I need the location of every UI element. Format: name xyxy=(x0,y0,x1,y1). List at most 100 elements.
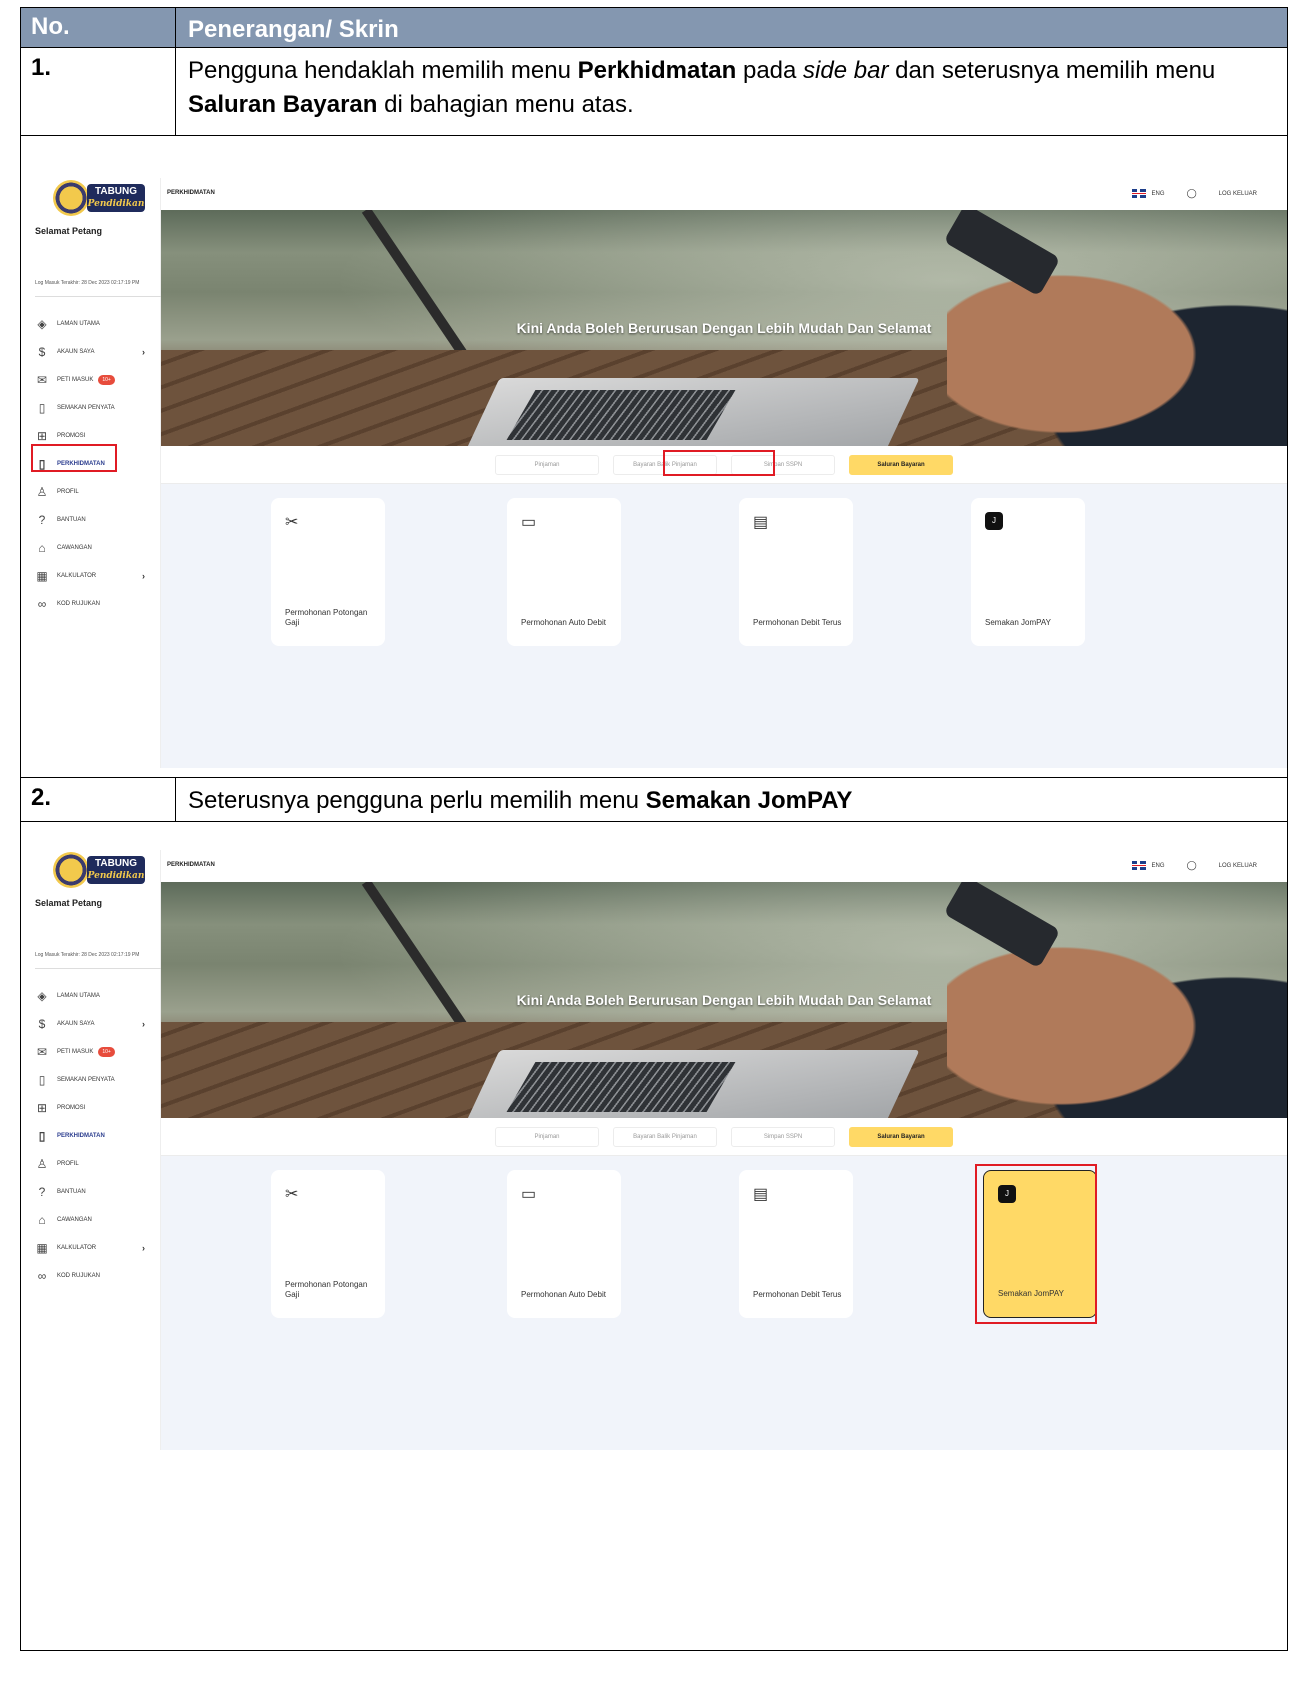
sidebar-item-kalkulator[interactable]: ▦ KALKULATOR › xyxy=(35,1234,155,1262)
tab-bayaran-balik-pinjaman[interactable]: Bayaran Balik Pinjaman xyxy=(613,1126,717,1147)
cards-icon: ▤ xyxy=(753,1186,769,1203)
page-title: PERKHIDMATAN xyxy=(167,190,215,196)
logout-link[interactable]: LOG KELUAR xyxy=(1219,191,1257,197)
sidebar-item-kod-rujukan[interactable]: ∞ KOD RUJUKAN xyxy=(35,1262,155,1290)
document-icon: ▯ xyxy=(38,1073,46,1087)
tabung-logo: TABUNG Pendidikan xyxy=(53,180,149,216)
scissors-icon: ✂ xyxy=(285,1186,299,1203)
card-debit-terus[interactable]: ▤ Permohonan Debit Terus xyxy=(739,498,853,646)
service-content: ✂ Permohonan Potongan Gaji ▭ Permohonan Au… xyxy=(161,484,1287,768)
banner-slogan: Kini Anda Boleh Berurusan Dengan Lebih M… xyxy=(516,992,932,1008)
tab-pinjaman[interactable]: Pinjaman xyxy=(495,454,599,475)
help-icon: ? xyxy=(38,513,46,527)
uk-flag-icon xyxy=(1131,861,1146,870)
sidebar-item-kod-rujukan[interactable]: ∞ KOD RUJUKAN xyxy=(35,590,155,618)
page-title: PERKHIDMATAN xyxy=(167,862,215,868)
layers-icon: ◈ xyxy=(37,317,47,331)
tab-saluran-bayaran[interactable]: Saluran Bayaran xyxy=(849,1126,953,1147)
sidebar: TABUNG Pendidikan Selamat Petang Log Masu… xyxy=(31,850,161,1450)
step-2-text: Seterusnya pengguna perlu memilih menu S… xyxy=(188,787,853,814)
sidebar-item-kalkulator[interactable]: ▦ KALKULATOR › xyxy=(35,562,155,590)
sidebar-item-semakan-penyata[interactable]: ▯ SEMAKAN PENYATA xyxy=(35,1066,155,1094)
tab-simpan-sspn[interactable]: Simpan SSPN xyxy=(731,1126,835,1147)
card-potongan-gaji[interactable]: ✂ Permohonan Potongan Gaji xyxy=(271,498,385,646)
step-1-screenshot: TABUNG Pendidikan Selamat Petang Log Masu… xyxy=(21,136,1287,778)
card-semakan-jompay[interactable]: J Semakan JomPAY xyxy=(971,498,1085,646)
sidebar-menu: ◈ LAMAN UTAMA $ AKAUN SAYA › ✉ PETI MASUK 10+… xyxy=(35,982,155,1290)
app-window: TABUNG Pendidikan Selamat Petang Log Masu… xyxy=(31,178,1287,768)
highlight-saluran-bayaran xyxy=(663,450,775,476)
last-login: Log Masuk Terakhir: 28 Dec 2023 02:17:19… xyxy=(35,952,161,969)
sidebar-item-laman-utama[interactable]: ◈ LAMAN UTAMA xyxy=(35,982,155,1010)
app-window: TABUNG Pendidikan Selamat Petang Log Masu… xyxy=(31,850,1287,1450)
dollar-circle-icon: $ xyxy=(38,345,46,359)
link-icon: ∞ xyxy=(37,1269,47,1283)
inbox-badge: 10+ xyxy=(98,1047,115,1057)
calculator-icon: ▦ xyxy=(36,1241,48,1255)
language-switch[interactable]: ENG xyxy=(1131,189,1165,198)
sidebar-item-laman-utama[interactable]: ◈ LAMAN UTAMA xyxy=(35,310,155,338)
sidebar-item-peti-masuk[interactable]: ✉ PETI MASUK 10+ xyxy=(35,1038,155,1066)
bell-icon[interactable]: ◯ xyxy=(1187,188,1197,199)
sidebar: TABUNG Pendidikan Selamat Petang Log Masu… xyxy=(31,178,161,768)
header-no: No. xyxy=(21,8,176,47)
chevron-right-icon: › xyxy=(142,1019,145,1029)
scissors-icon: ✂ xyxy=(285,514,299,531)
card-potongan-gaji[interactable]: ✂ Permohonan Potongan Gaji xyxy=(271,1170,385,1318)
sidebar-item-semakan-penyata[interactable]: ▯ SEMAKAN PENYATA xyxy=(35,394,155,422)
sidebar-item-peti-masuk[interactable]: ✉ PETI MASUK 10+ xyxy=(35,366,155,394)
table-header: No. Penerangan/ Skrin xyxy=(21,8,1287,48)
sidebar-item-bantuan[interactable]: ? BANTUAN xyxy=(35,506,155,534)
sidebar-item-akaun-saya[interactable]: $ AKAUN SAYA › xyxy=(35,1010,155,1038)
building-icon: ⌂ xyxy=(38,1213,46,1227)
sidebar-item-akaun-saya[interactable]: $ AKAUN SAYA › xyxy=(35,338,155,366)
sidebar-item-bantuan[interactable]: ? BANTUAN xyxy=(35,1178,155,1206)
uk-flag-icon xyxy=(1131,189,1146,198)
instruction-table: No. Penerangan/ Skrin 1. Pengguna hendak… xyxy=(20,7,1288,1651)
service-content: ✂ Permohonan Potongan Gaji ▭ Permohonan Au… xyxy=(161,1156,1287,1450)
card-auto-debit[interactable]: ▭ Permohonan Auto Debit xyxy=(507,498,621,646)
top-bar: PERKHIDMATAN ENG ◯ LOG KELUAR xyxy=(161,178,1287,210)
gift-icon: ⊞ xyxy=(36,1101,48,1115)
link-icon: ∞ xyxy=(37,597,47,611)
card-debit-terus[interactable]: ▤ Permohonan Debit Terus xyxy=(739,1170,853,1318)
gift-icon: ⊞ xyxy=(36,429,48,443)
chevron-right-icon: › xyxy=(142,1243,145,1253)
last-login: Log Masuk Terakhir: 28 Dec 2023 02:17:19… xyxy=(35,280,161,297)
highlight-semakan-jompay xyxy=(975,1164,1097,1324)
greeting: Selamat Petang xyxy=(35,226,103,236)
greeting: Selamat Petang xyxy=(35,898,103,908)
language-switch[interactable]: ENG xyxy=(1131,861,1165,870)
chevron-right-icon: › xyxy=(142,571,145,581)
mail-icon: ✉ xyxy=(36,1045,48,1059)
card-icon: ▭ xyxy=(521,514,537,531)
card-auto-debit[interactable]: ▭ Permohonan Auto Debit xyxy=(507,1170,621,1318)
building-icon: ⌂ xyxy=(38,541,46,555)
header-description: Penerangan/ Skrin xyxy=(188,16,399,43)
card-icon: ▭ xyxy=(521,1186,537,1203)
top-bar: PERKHIDMATAN ENG ◯ LOG KELUAR xyxy=(161,850,1287,882)
document-icon: ▯ xyxy=(38,401,46,415)
user-icon: ♙ xyxy=(36,1157,48,1171)
sidebar-item-profil[interactable]: ♙ PROFIL xyxy=(35,478,155,506)
tabung-logo: TABUNG Pendidikan xyxy=(53,852,149,888)
service-tabs: Pinjaman Bayaran Balik Pinjaman Simpan S… xyxy=(161,1118,1287,1156)
sidebar-item-cawangan[interactable]: ⌂ CAWANGAN xyxy=(35,534,155,562)
tab-pinjaman[interactable]: Pinjaman xyxy=(495,1126,599,1147)
user-icon: ♙ xyxy=(36,485,48,499)
sidebar-item-perkhidmatan[interactable]: ▯ PERKHIDMATAN xyxy=(35,1122,155,1150)
inbox-badge: 10+ xyxy=(98,375,115,385)
cards-icon: ▤ xyxy=(753,514,769,531)
bell-icon[interactable]: ◯ xyxy=(1187,860,1197,871)
sidebar-item-promosi[interactable]: ⊞ PROMOSI xyxy=(35,1094,155,1122)
tab-saluran-bayaran[interactable]: Saluran Bayaran xyxy=(849,454,953,475)
step-2-screenshot: TABUNG Pendidikan Selamat Petang Log Masu… xyxy=(21,822,1287,1650)
logout-link[interactable]: LOG KELUAR xyxy=(1219,863,1257,869)
calculator-icon: ▦ xyxy=(36,569,48,583)
step-2-number: 2. xyxy=(21,778,176,821)
hero-banner: Kini Anda Boleh Berurusan Dengan Lebih M… xyxy=(161,210,1287,446)
step-1-text: Pengguna hendaklah memilih menu Perkhidm… xyxy=(188,57,1216,118)
sidebar-item-cawangan[interactable]: ⌂ CAWANGAN xyxy=(35,1206,155,1234)
sidebar-item-profil[interactable]: ♙ PROFIL xyxy=(35,1150,155,1178)
step-1-row: 1. Pengguna hendaklah memilih menu Perkh… xyxy=(21,48,1287,136)
